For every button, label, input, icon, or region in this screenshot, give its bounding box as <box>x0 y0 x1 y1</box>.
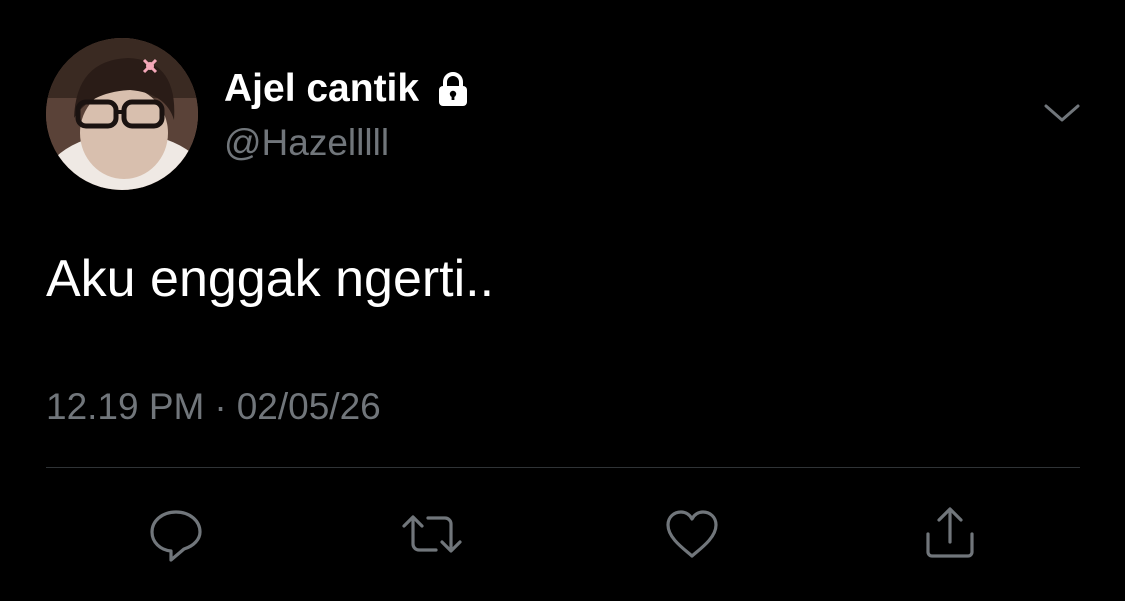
user-handle[interactable]: @Hazelllll <box>224 121 389 165</box>
divider <box>46 467 1080 468</box>
tweet-time[interactable]: 12.19 PM <box>46 386 204 427</box>
display-name[interactable]: Ajel cantik <box>224 66 419 112</box>
tweet-date[interactable]: 02/05/26 <box>237 386 381 427</box>
retweet-button[interactable] <box>402 504 462 564</box>
tweet-text: Aku enggak ngerti.. <box>46 250 495 308</box>
share-button[interactable] <box>920 504 980 564</box>
tweet-metadata: 12.19 PM · 02/05/26 <box>46 384 381 430</box>
share-upload-icon <box>926 507 974 558</box>
like-button[interactable] <box>662 504 722 564</box>
reply-button[interactable] <box>146 504 206 564</box>
retweet-arrows-icon <box>402 515 462 553</box>
display-name-row[interactable]: Ajel cantik <box>224 66 473 112</box>
speech-bubble-icon <box>150 510 202 562</box>
more-options-button[interactable] <box>1040 96 1084 132</box>
lock-icon <box>433 69 473 109</box>
avatar[interactable] <box>46 38 198 190</box>
heart-icon <box>666 510 718 558</box>
meta-separator: · <box>214 386 227 427</box>
avatar-photo <box>46 38 198 190</box>
chevron-down-icon <box>1044 104 1080 122</box>
